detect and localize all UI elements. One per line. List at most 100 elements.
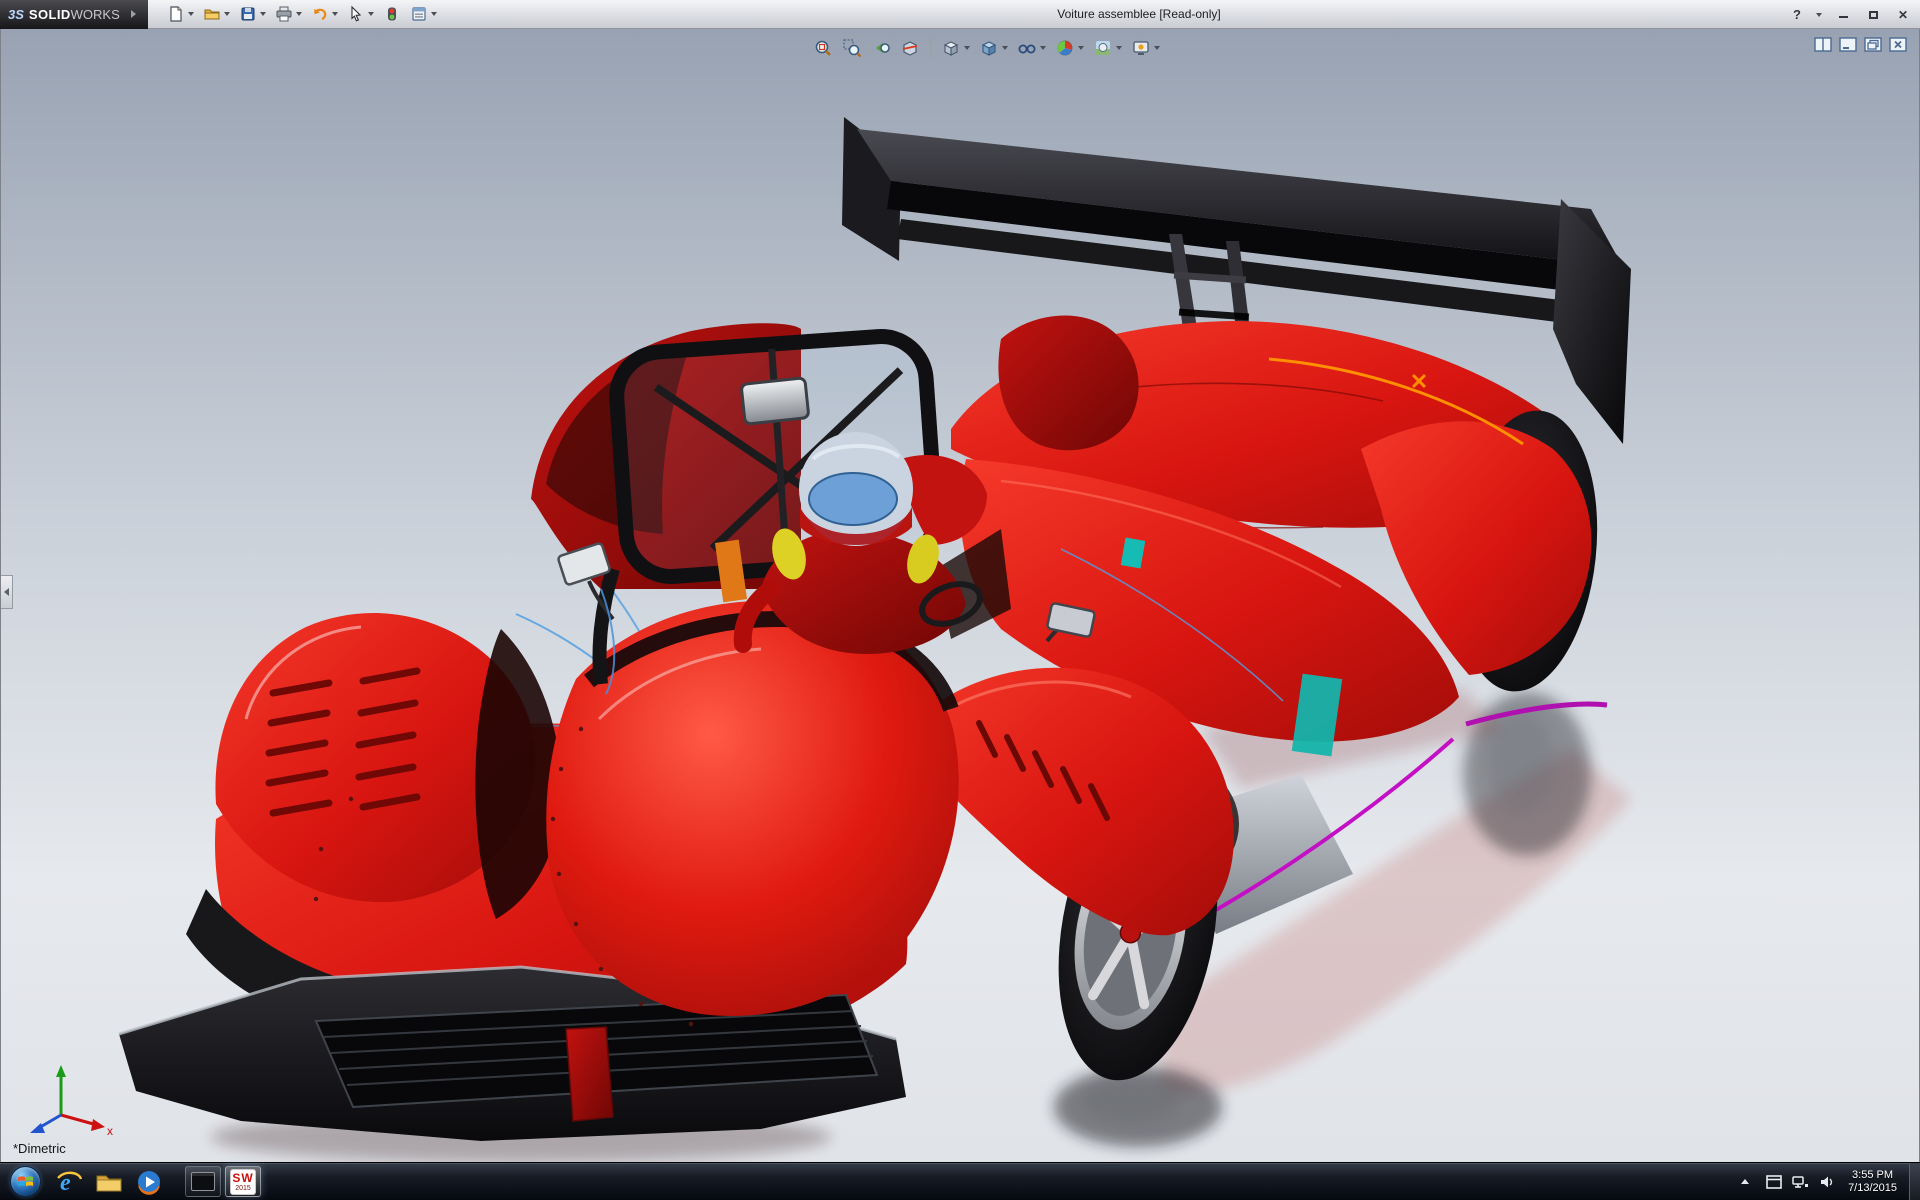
help-button[interactable]: ? xyxy=(1793,7,1801,22)
section-view-button[interactable] xyxy=(898,37,922,59)
help-dropdown-icon[interactable] xyxy=(1816,13,1822,17)
taskbar-internet-explorer[interactable]: e xyxy=(51,1166,87,1197)
heads-up-view-toolbar xyxy=(807,35,1166,61)
print-icon xyxy=(275,5,293,23)
view-settings-dropdown-icon[interactable] xyxy=(1154,46,1160,50)
window-controls: ? ✕ xyxy=(1793,0,1912,29)
section-view-icon xyxy=(900,38,920,58)
open-dropdown-icon[interactable] xyxy=(224,12,230,16)
media-player-icon xyxy=(135,1168,163,1196)
solidworks-logo[interactable]: 3S SOLIDWORKS xyxy=(0,0,148,29)
edit-appearance-dropdown-icon[interactable] xyxy=(1078,46,1084,50)
undo-icon xyxy=(311,5,329,23)
zoom-to-area-icon xyxy=(842,38,862,58)
save-dropdown-icon[interactable] xyxy=(260,12,266,16)
taskbar-media-player[interactable] xyxy=(131,1166,167,1197)
edit-appearance-button[interactable] xyxy=(1053,37,1086,59)
view-orientation-button[interactable] xyxy=(939,37,972,59)
standard-toolbar xyxy=(164,3,440,25)
show-hidden-icons-button[interactable] xyxy=(1741,1179,1749,1184)
zoom-to-area-button[interactable] xyxy=(840,37,864,59)
tray-volume-button[interactable] xyxy=(1819,1175,1835,1189)
save-floppy-icon xyxy=(239,5,257,23)
view-orientation-dropdown-icon[interactable] xyxy=(964,46,970,50)
folder-icon xyxy=(95,1170,123,1194)
title-bar[interactable]: 3S SOLIDWORKS xyxy=(0,0,1920,29)
taskbar-command-window[interactable] xyxy=(185,1166,221,1197)
print-dropdown-icon[interactable] xyxy=(296,12,302,16)
model-scene[interactable]: x xyxy=(1,29,1920,1162)
graphics-area[interactable]: x xyxy=(0,29,1920,1162)
rebuild-icon xyxy=(383,5,401,23)
system-tray: 3:55 PM 7/13/2015 xyxy=(1741,1163,1920,1200)
document-window-controls xyxy=(1814,37,1907,52)
view-settings-button[interactable] xyxy=(1129,37,1162,59)
minimize-button[interactable] xyxy=(1834,6,1852,24)
zoom-to-fit-icon xyxy=(813,38,833,58)
doc-minimize-button[interactable] xyxy=(1839,37,1857,52)
close-button[interactable]: ✕ xyxy=(1894,6,1912,24)
edit-appearance-icon xyxy=(1055,38,1075,58)
zoom-to-fit-button[interactable] xyxy=(811,37,835,59)
apply-scene-icon xyxy=(1093,38,1113,58)
tow-hook-cover[interactable] xyxy=(566,1027,613,1121)
hide-show-items-button[interactable] xyxy=(1015,37,1048,59)
taskbar-solidworks[interactable]: SW 2015 xyxy=(225,1166,261,1197)
display-style-button[interactable] xyxy=(977,37,1010,59)
new-dropdown-icon[interactable] xyxy=(188,12,194,16)
solidworks-window: 3S SOLIDWORKS xyxy=(0,0,1920,1200)
print-button[interactable] xyxy=(272,3,305,25)
head-fairing[interactable] xyxy=(998,316,1138,451)
apply-scene-dropdown-icon[interactable] xyxy=(1116,46,1122,50)
previous-view-button[interactable] xyxy=(869,37,893,59)
tray-network-button[interactable] xyxy=(1792,1175,1809,1189)
undo-dropdown-icon[interactable] xyxy=(332,12,338,16)
windows-taskbar: e SW 2015 xyxy=(0,1162,1920,1200)
triad-x-label: x xyxy=(107,1124,113,1138)
taskbar-windows-explorer[interactable] xyxy=(91,1166,127,1197)
toolbar-separator xyxy=(930,39,931,57)
open-folder-icon xyxy=(203,5,221,23)
start-button[interactable] xyxy=(10,1166,41,1197)
new-document-button[interactable] xyxy=(164,3,197,25)
logo-works: WORKS xyxy=(71,7,120,22)
view-orientation-icon xyxy=(941,38,961,58)
properties-icon xyxy=(410,5,428,23)
select-button[interactable] xyxy=(344,3,377,25)
display-style-icon xyxy=(979,38,999,58)
select-cursor-icon xyxy=(347,5,365,23)
new-document-icon xyxy=(167,5,185,23)
rearview-mirror xyxy=(741,378,809,424)
doc-close-button[interactable] xyxy=(1889,37,1907,52)
hide-show-dropdown-icon[interactable] xyxy=(1040,46,1046,50)
open-button[interactable] xyxy=(200,3,233,25)
display-style-dropdown-icon[interactable] xyxy=(1002,46,1008,50)
apply-scene-button[interactable] xyxy=(1091,37,1124,59)
reference-triad: x xyxy=(30,1065,113,1138)
doc-restore-button[interactable] xyxy=(1864,37,1882,52)
menu-expand-icon[interactable] xyxy=(131,10,136,18)
show-desktop-button[interactable] xyxy=(1909,1163,1920,1200)
clock-date: 7/13/2015 xyxy=(1848,1182,1897,1195)
undo-button[interactable] xyxy=(308,3,341,25)
properties-dropdown-icon[interactable] xyxy=(431,12,437,16)
expand-panel-icon xyxy=(4,588,9,596)
save-button[interactable] xyxy=(236,3,269,25)
previous-view-icon xyxy=(871,38,891,58)
maximize-button[interactable] xyxy=(1864,6,1882,24)
tray-window-button[interactable] xyxy=(1766,1175,1782,1189)
view-orientation-label: *Dimetric xyxy=(13,1141,66,1156)
split-pane-button[interactable] xyxy=(1814,37,1832,52)
doc-restore-icon xyxy=(1864,37,1882,52)
volume-icon xyxy=(1819,1175,1835,1189)
rebuild-button[interactable] xyxy=(380,3,404,25)
select-dropdown-icon[interactable] xyxy=(368,12,374,16)
document-title: Voiture assemblee [Read-only] xyxy=(1057,7,1220,21)
helmet xyxy=(799,432,913,546)
windows-flag-icon xyxy=(17,1173,34,1190)
command-window-icon xyxy=(191,1172,215,1191)
taskbar-clock[interactable]: 3:55 PM 7/13/2015 xyxy=(1840,1169,1907,1195)
logo-3s-mark: 3S xyxy=(8,7,24,22)
properties-button[interactable] xyxy=(407,3,440,25)
featuremanager-collapse-tab[interactable] xyxy=(1,575,13,609)
